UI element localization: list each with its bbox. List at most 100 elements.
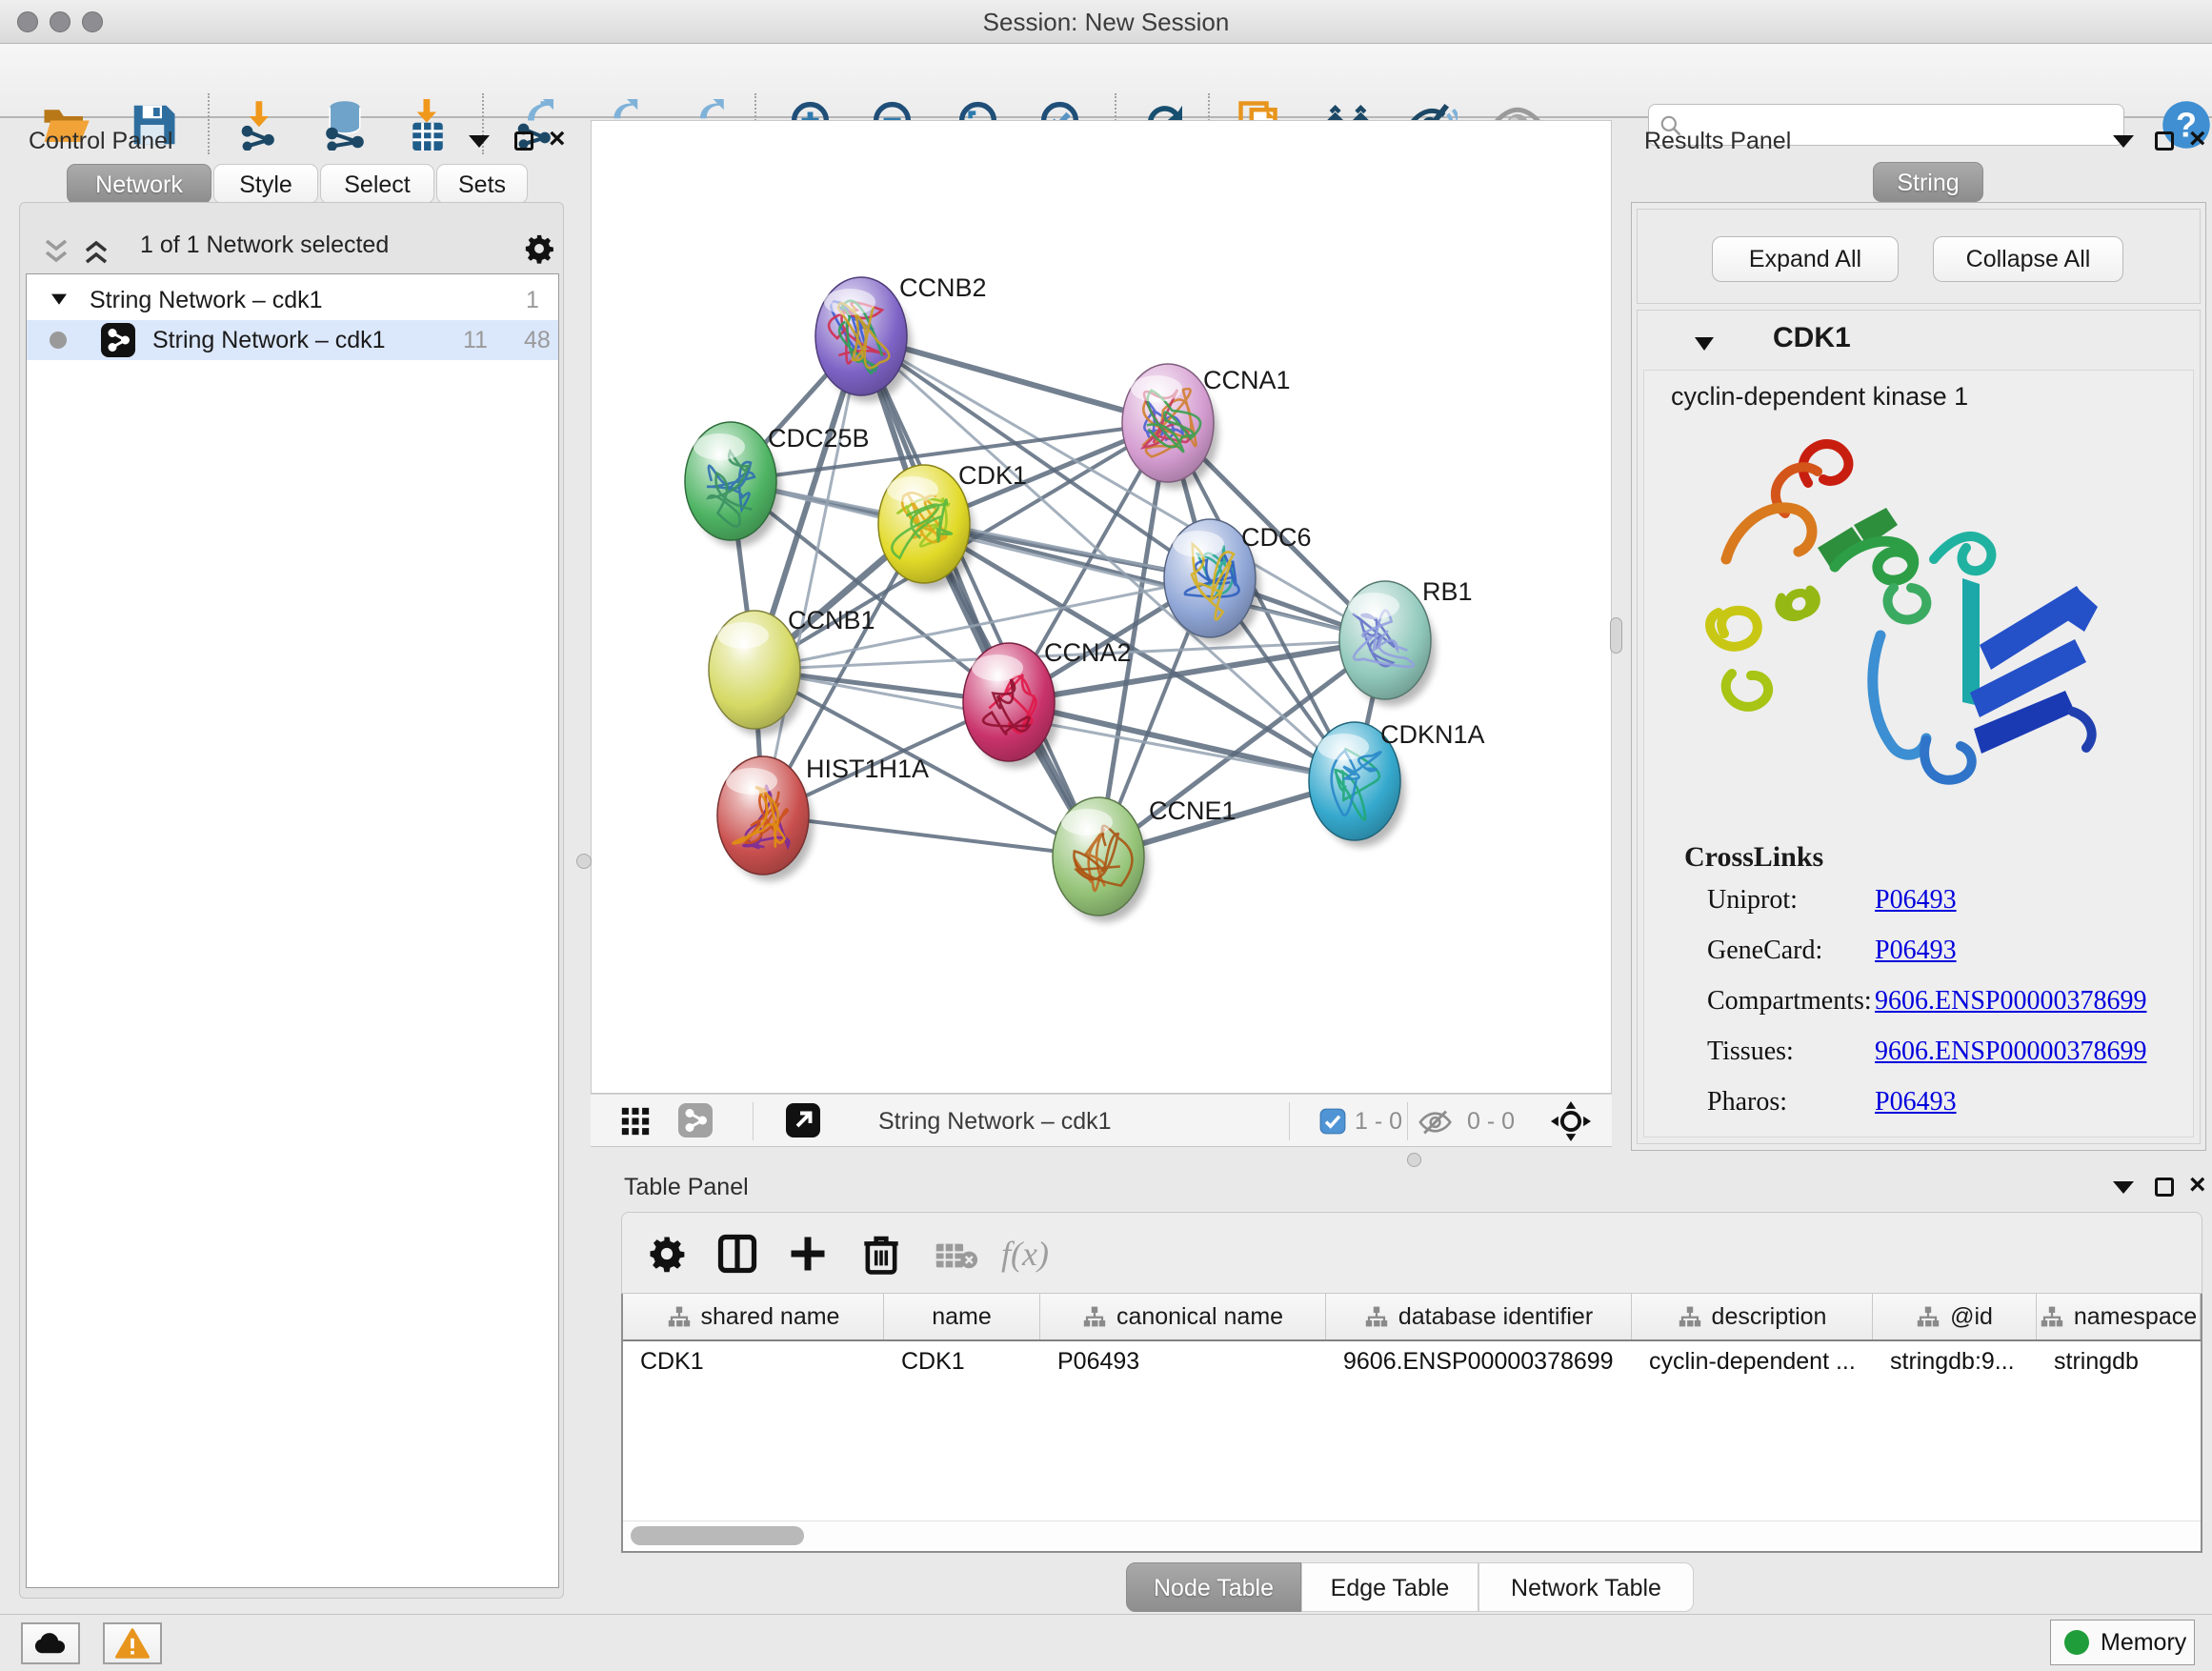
crosslink-link[interactable]: P06493: [1875, 885, 1957, 916]
control-panel-menu-icon[interactable]: [469, 135, 490, 148]
table-cell[interactable]: cyclin-dependent ...: [1632, 1341, 1873, 1381]
show-columns-icon[interactable]: [717, 1234, 757, 1274]
toolbar-separator: [1289, 1102, 1290, 1140]
table-panel-menu-icon[interactable]: [2113, 1181, 2134, 1194]
warning-button[interactable]: [103, 1622, 162, 1664]
table-cell[interactable]: CDK1: [884, 1341, 1040, 1381]
crosslink-link[interactable]: 9606.ENSP00000378699: [1875, 986, 2146, 1017]
crosslink-link[interactable]: 9606.ENSP00000378699: [1875, 1037, 2146, 1067]
network-node-ccne1[interactable]: [1053, 797, 1149, 922]
column-label: shared name: [701, 1303, 840, 1331]
hidden-eye-icon[interactable]: [1418, 1109, 1456, 1136]
collapse-all-button[interactable]: Collapse All: [1933, 236, 2123, 282]
crosslink-label: GeneCard:: [1707, 936, 1822, 966]
splitter-handle[interactable]: [576, 854, 592, 869]
network-status-dot: [50, 332, 67, 349]
network-type-button[interactable]: [678, 1103, 713, 1137]
tree-row-collection[interactable]: String Network – cdk1 1: [27, 280, 558, 320]
node-label: CDC25B: [768, 424, 870, 453]
node-label: CCNE1: [1149, 796, 1237, 825]
tab-network[interactable]: Network: [67, 164, 211, 204]
column-header-shared-name[interactable]: shared name: [623, 1294, 884, 1339]
expand-all-button[interactable]: Expand All: [1712, 236, 1899, 282]
node-label: RB1: [1422, 577, 1473, 606]
table-cell[interactable]: stringdb: [2037, 1341, 2201, 1381]
expand-all-icon[interactable]: [81, 237, 111, 266]
results-panel-float-icon[interactable]: [2155, 131, 2174, 151]
column-header-description[interactable]: description: [1632, 1294, 1873, 1339]
table-cell[interactable]: stringdb:9...: [1873, 1341, 2037, 1381]
import-network-file-icon[interactable]: [234, 99, 286, 151]
results-panel-menu-icon[interactable]: [2113, 135, 2134, 148]
control-panel-close-icon[interactable]: ×: [549, 130, 566, 149]
gear-icon[interactable]: [523, 232, 555, 265]
crosslink-row: Compartments:9606.ENSP00000378699: [1644, 986, 2178, 1032]
network-column-icon: [667, 1305, 692, 1328]
network-node-hist1h1a[interactable]: [717, 756, 814, 881]
node-label: CCNA1: [1203, 366, 1291, 394]
memory-button[interactable]: Memory: [2050, 1620, 2195, 1665]
memory-label: Memory: [2101, 1629, 2186, 1657]
network-node-rb1[interactable]: [1339, 581, 1436, 706]
splitter-handle[interactable]: [1610, 617, 1622, 654]
column-header-database-identifier[interactable]: database identifier: [1326, 1294, 1632, 1339]
table-panel-float-icon[interactable]: [2155, 1178, 2174, 1197]
tree-network-node-count: 11: [463, 320, 488, 360]
function-builder-icon[interactable]: f(x): [1001, 1234, 1049, 1274]
tab-select[interactable]: Select: [320, 164, 434, 204]
network-node-ccnb2[interactable]: [815, 277, 912, 402]
column-header--id[interactable]: @id: [1873, 1294, 2037, 1339]
node-label: HIST1H1A: [806, 755, 929, 783]
tree-expander-icon[interactable]: [50, 292, 69, 308]
control-panel-float-icon[interactable]: [514, 131, 533, 151]
navigator-crosshair-icon[interactable]: [1551, 1101, 1591, 1141]
table-cell[interactable]: CDK1: [623, 1341, 884, 1381]
node-label: CDK1: [958, 461, 1027, 490]
cloud-icon: [32, 1630, 69, 1657]
import-network-database-icon[interactable]: [314, 99, 375, 151]
crosslink-label: Uniprot:: [1707, 885, 1798, 916]
tab-network-table[interactable]: Network Table: [1478, 1562, 1694, 1612]
import-table-file-icon[interactable]: [402, 99, 453, 151]
open-in-window-button[interactable]: [786, 1103, 820, 1137]
scrollbar-thumb[interactable]: [631, 1526, 804, 1545]
table-gear-icon[interactable]: [647, 1234, 687, 1274]
gene-detail-box: cyclin-dependent kinase 1: [1643, 370, 2194, 1137]
network-column-icon: [1678, 1305, 1702, 1328]
crosslink-link[interactable]: P06493: [1875, 1087, 1957, 1117]
horizontal-scrollbar[interactable]: [623, 1520, 2201, 1549]
crosslink-label: Pharos:: [1707, 1087, 1787, 1117]
table-panel-close-icon[interactable]: ×: [2189, 1176, 2206, 1195]
crosslink-link[interactable]: P06493: [1875, 936, 1957, 966]
table-cell[interactable]: P06493: [1040, 1341, 1326, 1381]
tab-style[interactable]: Style: [213, 164, 318, 204]
delete-table-icon[interactable]: [935, 1241, 978, 1270]
toolbar-separator: [208, 93, 210, 154]
network-canvas[interactable]: CCNB2CCNA1CDC25BCDK1CDC6RB1CCNB1CCNA2CDK…: [591, 120, 1612, 1094]
cloud-button[interactable]: [21, 1622, 80, 1664]
network-graph[interactable]: CCNB2CCNA1CDC25BCDK1CDC6RB1CCNB1CCNA2CDK…: [592, 121, 1611, 1093]
tab-sets[interactable]: Sets: [436, 164, 528, 204]
tab-node-table[interactable]: Node Table: [1126, 1562, 1301, 1612]
selected-checkbox-icon[interactable]: [1319, 1108, 1346, 1135]
birdseye-grid-icon[interactable]: [619, 1105, 652, 1137]
results-panel-close-icon[interactable]: ×: [2189, 130, 2206, 149]
crosslink-row: Tissues:9606.ENSP00000378699: [1644, 1037, 2178, 1082]
delete-column-icon[interactable]: [860, 1232, 902, 1276]
crosslink-row: GeneCard: P06493: [1644, 936, 2178, 981]
node-label: CDKN1A: [1380, 720, 1485, 749]
column-header-name[interactable]: name: [884, 1294, 1040, 1339]
network-column-icon: [1082, 1305, 1107, 1328]
tab-string[interactable]: String: [1873, 162, 1983, 202]
column-header-namespace[interactable]: namespace: [2037, 1294, 2201, 1339]
collapse-all-icon[interactable]: [41, 237, 71, 266]
tree-row-network[interactable]: String Network – cdk1 11 48: [27, 320, 558, 360]
splitter-handle[interactable]: [1407, 1153, 1421, 1167]
tab-edge-table[interactable]: Edge Table: [1301, 1562, 1478, 1612]
table-cell[interactable]: 9606.ENSP00000378699: [1326, 1341, 1632, 1381]
tree-collection-label: String Network – cdk1: [90, 280, 323, 320]
section-expander-icon[interactable]: [1693, 335, 1716, 352]
column-header-canonical-name[interactable]: canonical name: [1040, 1294, 1326, 1339]
gene-section: CDK1 cyclin-dependent kinase 1: [1637, 310, 2201, 1144]
add-column-icon[interactable]: [788, 1234, 828, 1274]
